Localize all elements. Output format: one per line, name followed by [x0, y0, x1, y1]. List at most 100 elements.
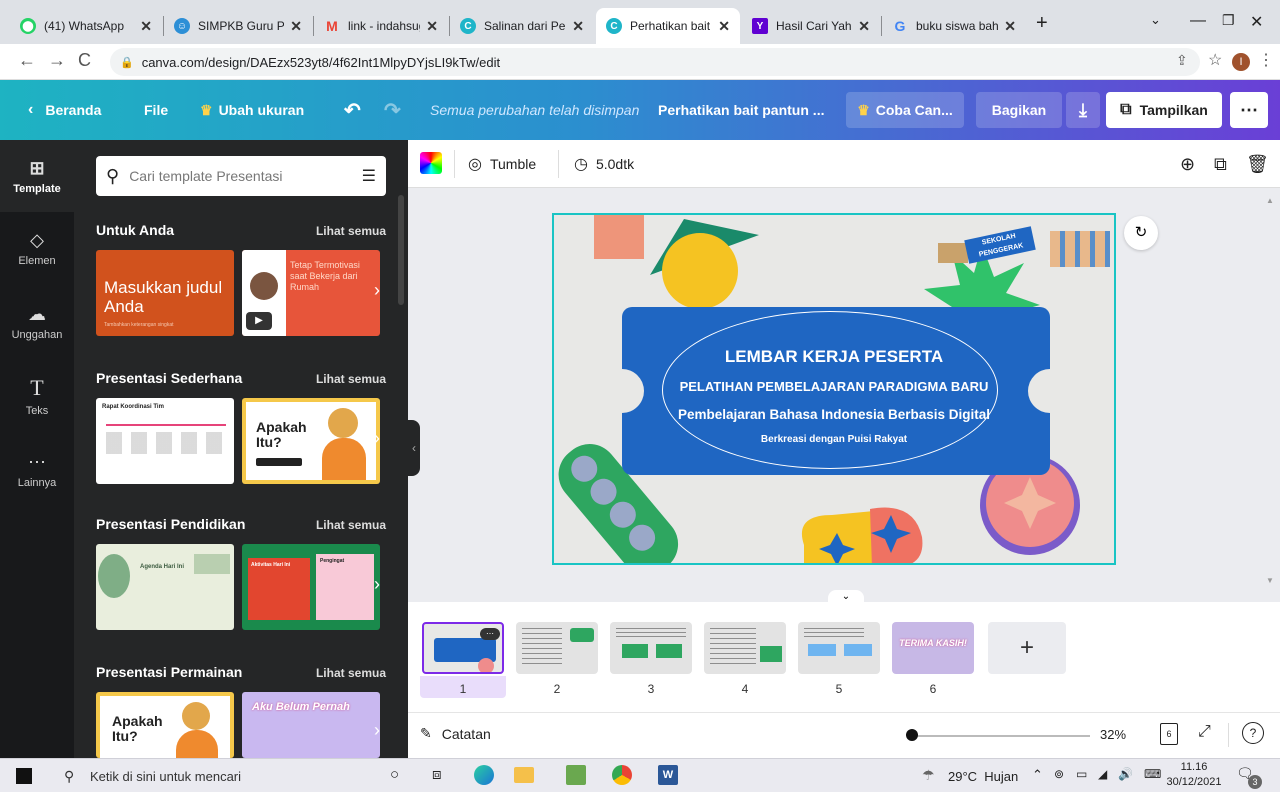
close-icon[interactable]: ✕ — [290, 18, 302, 35]
word-icon[interactable]: W — [658, 765, 678, 785]
photos-icon[interactable] — [566, 765, 586, 785]
weather-text[interactable]: 29°C Hujan — [948, 769, 1018, 784]
more-options-button[interactable]: ⋯ — [1230, 92, 1268, 128]
rail-item-uploads[interactable]: ☁ Unggahan — [0, 286, 74, 358]
slide-tagline[interactable]: Berkreasi dengan Puisi Rakyat — [554, 434, 1114, 445]
template-thumbnail[interactable]: Rapat Koordinasi Tim — [96, 398, 234, 484]
close-icon[interactable]: ✕ — [858, 18, 870, 35]
rail-item-text[interactable]: T Teks — [0, 360, 74, 432]
zoom-slider-track[interactable] — [912, 735, 1090, 737]
slide-heading[interactable]: LEMBAR KERJA PESERTA — [554, 347, 1114, 367]
animation-button[interactable]: ◎ Tumble — [468, 154, 536, 174]
add-page-icon[interactable]: ⊕ — [1180, 154, 1195, 175]
restore-button[interactable]: ❐ — [1222, 12, 1235, 29]
slide-subheading[interactable]: PELATIHAN PEMBELAJARAN PARADIGMA BARU — [554, 379, 1114, 394]
page-thumbnail-2[interactable] — [516, 622, 598, 674]
close-icon[interactable]: ✕ — [718, 18, 730, 35]
page-thumbnail-1[interactable]: ⋯ — [422, 622, 504, 674]
duplicate-page-icon[interactable]: ⧉ — [1214, 154, 1227, 175]
zoom-slider-handle[interactable] — [906, 729, 918, 741]
delete-page-icon[interactable]: 🗑 — [1246, 154, 1269, 175]
zoom-level[interactable]: 32% — [1100, 727, 1126, 742]
panel-scrollbar[interactable] — [398, 195, 404, 305]
bookmark-star-icon[interactable]: ☆ — [1208, 50, 1222, 70]
see-all-link[interactable]: Lihat semua — [316, 224, 386, 238]
template-thumbnail[interactable]: Apakah Itu? — [242, 398, 380, 484]
tab-canva-copy[interactable]: C Salinan dari Perh ✕ — [450, 8, 594, 44]
scroll-down-icon[interactable]: ▼ — [1266, 576, 1274, 585]
template-thumbnail[interactable]: Agenda Hari Ini — [96, 544, 234, 630]
fullscreen-icon[interactable]: ⤢ — [1198, 723, 1211, 741]
tray-chevron-icon[interactable]: ⌃ — [1032, 767, 1043, 783]
page-thumbnail-6[interactable]: TERIMA KASIH! — [892, 622, 974, 674]
volume-icon[interactable]: 🔊 — [1118, 767, 1133, 781]
tab-canva-active[interactable]: C Perhatikan bait p ✕ — [596, 8, 740, 44]
reload-icon[interactable]: C — [78, 50, 91, 71]
filter-icon[interactable]: ☰ — [362, 166, 376, 186]
slide-topic[interactable]: Pembelajaran Bahasa Indonesia Berbasis D… — [554, 407, 1114, 422]
cortana-icon[interactable]: ○ — [390, 766, 399, 783]
taskbar-search-input[interactable]: Ketik di sini untuk mencari — [90, 769, 241, 784]
file-menu-button[interactable]: File — [144, 80, 168, 140]
tab-whatsapp[interactable]: ⬤ (41) WhatsApp ✕ — [10, 8, 162, 44]
close-icon[interactable]: ✕ — [426, 18, 438, 35]
chevron-right-icon[interactable]: › — [374, 280, 380, 301]
windows-start-icon[interactable] — [16, 768, 32, 784]
profile-avatar-icon[interactable]: I — [1232, 53, 1250, 71]
download-icon[interactable]: ⤓ — [1066, 92, 1100, 128]
document-title[interactable]: Perhatikan bait pantun ... — [658, 80, 824, 140]
url-field[interactable]: 🔒 canva.com/design/DAEzx523yt8/4f62Int1M… — [110, 48, 1200, 76]
rail-item-template[interactable]: ⊞ Template — [0, 140, 74, 212]
see-all-link[interactable]: Lihat semua — [316, 666, 386, 680]
chevron-right-icon[interactable]: › — [374, 428, 380, 449]
page-thumbnail-3[interactable] — [610, 622, 692, 674]
help-icon[interactable]: ? — [1242, 722, 1264, 744]
try-canva-pro-button[interactable]: ♛ Coba Can... — [846, 92, 964, 128]
template-thumbnail[interactable]: Aku Belum Pernah — [242, 692, 380, 758]
refresh-suggest-icon[interactable]: ↻ — [1124, 216, 1158, 250]
input-method-icon[interactable]: ⌨ — [1144, 767, 1161, 781]
chevron-right-icon[interactable]: › — [374, 720, 380, 741]
add-page-button[interactable]: + — [988, 622, 1066, 674]
template-thumbnail[interactable]: Aktivitas Hari Ini Pengingat — [242, 544, 380, 630]
back-icon[interactable]: ← — [18, 50, 36, 71]
minimize-button[interactable]: — — [1190, 12, 1206, 30]
wifi-icon[interactable]: ◢ — [1098, 767, 1107, 781]
tab-yahoo[interactable]: Y Hasil Cari Yahoo ✕ — [742, 8, 880, 44]
see-all-link[interactable]: Lihat semua — [316, 518, 386, 532]
file-explorer-icon[interactable] — [514, 767, 534, 783]
battery-icon[interactable]: ▭ — [1076, 767, 1087, 781]
color-picker-icon[interactable] — [420, 152, 442, 174]
chevron-right-icon[interactable]: › — [374, 574, 380, 595]
edge-icon[interactable] — [474, 765, 494, 785]
tab-gmail[interactable]: M link - indahsugiy ✕ — [314, 8, 448, 44]
close-icon[interactable]: ✕ — [140, 18, 152, 35]
share-page-icon[interactable]: ⇪ — [1176, 52, 1188, 69]
close-icon[interactable]: ✕ — [1004, 18, 1016, 35]
redo-icon[interactable]: ↷ — [384, 80, 401, 140]
rail-item-elements[interactable]: ◇ Elemen — [0, 212, 74, 284]
template-thumbnail[interactable]: Apakah Itu? — [96, 692, 234, 758]
tray-meet-icon[interactable]: ⊚ — [1054, 767, 1064, 781]
slide-canvas[interactable]: LEMBAR KERJA PESERTA PELATIHAN PEMBELAJA… — [552, 213, 1116, 565]
tab-google[interactable]: G buku siswa bahas ✕ — [882, 8, 1026, 44]
resize-button[interactable]: ♛ Ubah ukuran — [200, 80, 304, 140]
new-tab-button[interactable]: + — [1036, 12, 1048, 35]
tab-simpkb[interactable]: ☺ SIMPKB Guru Per ✕ — [164, 8, 312, 44]
share-button[interactable]: Bagikan — [976, 92, 1062, 128]
task-view-icon[interactable]: ⧈ — [432, 766, 442, 783]
page-count-icon[interactable]: 6 — [1160, 723, 1178, 745]
clock[interactable]: 11.16 30/12/2021 — [1164, 760, 1224, 790]
panel-collapse-handle[interactable]: ‹ — [408, 420, 420, 476]
scroll-up-icon[interactable]: ▲ — [1266, 196, 1274, 205]
see-all-link[interactable]: Lihat semua — [316, 372, 386, 386]
page-thumbnail-4[interactable] — [704, 622, 786, 674]
forward-icon[interactable]: → — [48, 50, 66, 71]
present-button[interactable]: ⧉ Tampilkan — [1106, 92, 1222, 128]
more-dots-icon[interactable]: ⋯ — [480, 628, 500, 640]
template-search-input[interactable]: ⚲ Cari template Presentasi ☰ — [96, 156, 386, 196]
tab-search-chevron-icon[interactable]: ⌄ — [1150, 12, 1161, 28]
chrome-icon[interactable] — [612, 765, 632, 785]
rail-item-more[interactable]: ⋯ Lainnya — [0, 434, 74, 506]
notes-button[interactable]: ✎ Catatan — [420, 725, 491, 742]
